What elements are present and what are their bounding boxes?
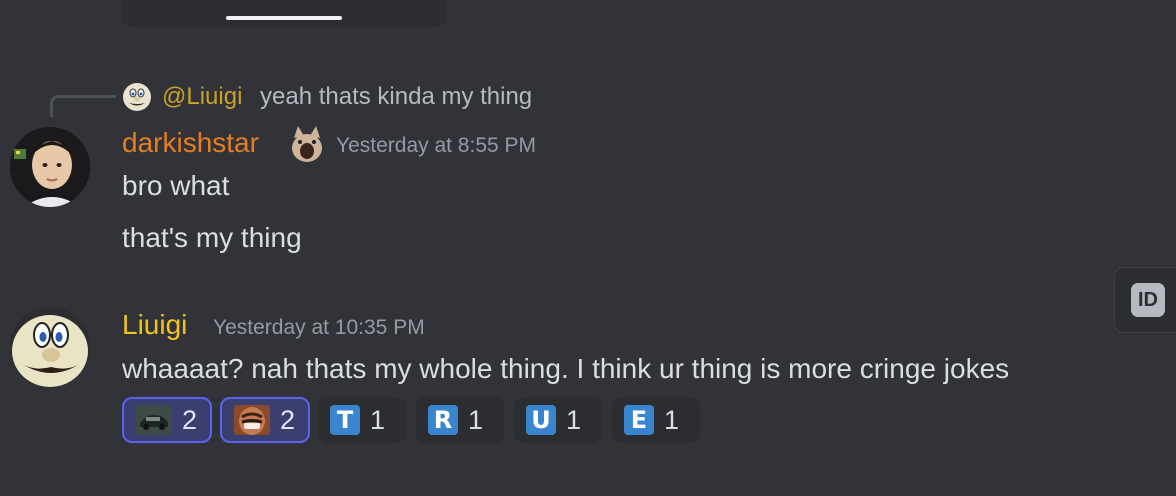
message-text: whaaaat? nah thats my whole thing. I thi… [122,353,1010,384]
embed-preview[interactable] [122,0,446,27]
screaming-cat-emoji-icon [292,126,322,162]
reaction-letter-r[interactable]: R 1 [416,397,504,443]
username-liuigi[interactable]: Liuigi [122,309,187,341]
message-text: that's my thing [122,222,302,253]
reaction-count: 1 [664,404,680,435]
reaction-car[interactable]: 2 [122,397,212,443]
avatar-liuigi[interactable] [10,307,90,387]
avatar-darkishstar[interactable] [10,127,90,207]
reaction-letter-e[interactable]: E 1 [612,397,700,443]
embed-scrollbar[interactable] [226,16,342,20]
reaction-count: 1 [468,404,484,435]
car-emoji-icon [136,405,172,435]
chat-view: @Liuigi yeah thats kinda my thing darkis… [0,0,1176,496]
username-darkishstar[interactable]: darkishstar [122,127,259,159]
laughing-man-emoji-icon [234,405,270,435]
regional-indicator-r-icon: R [428,405,458,435]
reaction-letter-u[interactable]: U 1 [514,397,602,443]
regional-indicator-t-icon: T [330,405,360,435]
reply-avatar-icon[interactable] [122,82,152,112]
message-text: bro what [122,170,230,201]
regional-indicator-u-icon: U [526,405,556,435]
reaction-letter-t[interactable]: T 1 [318,397,406,443]
reply-preview-text[interactable]: yeah thats kinda my thing [260,83,532,111]
reaction-count: 1 [370,404,386,435]
id-badge-icon[interactable]: ID [1131,283,1165,317]
reaction-laughing-man[interactable]: 2 [220,397,310,443]
reaction-count: 2 [182,404,198,435]
message-timestamp[interactable]: Yesterday at 8:55 PM [336,134,536,158]
reaction-count: 2 [280,404,296,435]
reply-connector [50,95,116,117]
reaction-count: 1 [566,404,582,435]
reply-mention[interactable]: @Liuigi [162,83,242,111]
regional-indicator-e-icon: E [624,405,654,435]
message-timestamp[interactable]: Yesterday at 10:35 PM [213,316,425,340]
